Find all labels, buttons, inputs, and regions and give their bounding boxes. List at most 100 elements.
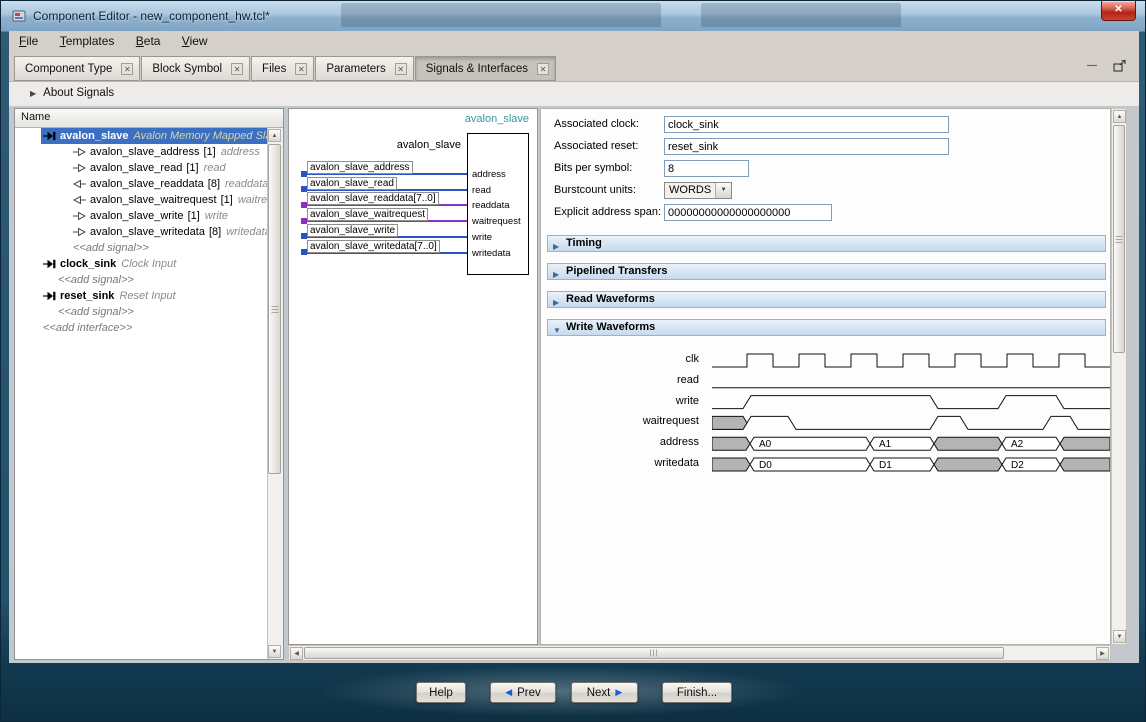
diagram-port-name: writedata xyxy=(472,248,511,259)
expander-arrow-icon[interactable]: ▶ xyxy=(30,89,36,98)
section-label: Write Waveforms xyxy=(566,321,655,333)
properties-scrollbar[interactable]: ▲ ▼ xyxy=(1111,108,1127,645)
tree-item-avalon-slave-readdata[interactable]: avalon_slave_readdata[8]readdata xyxy=(15,176,268,192)
tab-close-icon[interactable]: ✕ xyxy=(395,63,407,75)
app-icon xyxy=(11,8,27,24)
scroll-down-button[interactable]: ▼ xyxy=(1113,630,1126,643)
collapse-arrow-icon: ▼ xyxy=(553,323,561,338)
tree-item-label: <<add interface>> xyxy=(43,322,132,334)
horizontal-scrollbar[interactable]: ◀ ▶ xyxy=(288,645,1111,661)
section-header-write-waveforms[interactable]: ▼ Write Waveforms xyxy=(547,319,1106,336)
tab-parameters[interactable]: Parameters ✕ xyxy=(315,56,413,81)
tree-item-label: avalon_slave_readdata xyxy=(90,178,204,190)
tab-label: Files xyxy=(262,63,286,75)
button-help[interactable]: Help xyxy=(416,682,466,703)
tab-close-icon[interactable]: ✕ xyxy=(121,63,133,75)
waveform-signal-name: writedata xyxy=(541,457,699,469)
scrollbar-thumb[interactable] xyxy=(268,144,281,474)
tree-item-add-signal[interactable]: <<add signal>> xyxy=(15,304,268,320)
signal-width-badge: [1] xyxy=(203,146,215,158)
tree-item-label: avalon_slave_address xyxy=(90,146,199,158)
signal-in-icon xyxy=(73,163,87,173)
tree-item-avalon-slave-waitrequest[interactable]: avalon_slave_waitrequest[1]waitrequest xyxy=(15,192,268,208)
tree-item-avalon-slave-read[interactable]: avalon_slave_read[1]read xyxy=(15,160,268,176)
menu-templates[interactable]: Templates xyxy=(52,31,123,51)
tree-item-avalon-slave[interactable]: avalon_slaveAvalon Memory Mapped Slave xyxy=(15,128,268,144)
field-label-associated-reset: Associated reset: xyxy=(554,138,662,155)
menu-beta[interactable]: Beta xyxy=(128,31,169,51)
scroll-up-button[interactable]: ▲ xyxy=(268,129,281,142)
tab-files[interactable]: Files ✕ xyxy=(251,56,314,81)
signal-in-icon xyxy=(73,227,87,237)
signal-width-badge: [8] xyxy=(208,178,220,190)
tabs: Component Type ✕ Block Symbol ✕ Files ✕ … xyxy=(14,56,557,81)
scrollbar-thumb[interactable] xyxy=(304,647,1004,659)
tree-scrollbar[interactable]: ▲ ▼ xyxy=(267,128,283,659)
scroll-down-button[interactable]: ▼ xyxy=(268,645,281,658)
diagram-port-name: readdata xyxy=(472,200,510,211)
minimize-pane-icon[interactable]: — xyxy=(1084,60,1100,74)
tree-column-header[interactable]: Name xyxy=(15,109,283,128)
tab-block-symbol[interactable]: Block Symbol ✕ xyxy=(141,56,250,81)
section-header-pipelined-transfers[interactable]: ▶Pipelined Transfers xyxy=(547,263,1106,280)
field-label-bits-per-symbol: Bits per symbol: xyxy=(554,160,662,177)
diagram-port-name: waitrequest xyxy=(472,216,521,227)
field-select-burstcount-units[interactable]: WORDS▼ xyxy=(664,182,732,199)
section-header-read-waveforms[interactable]: ▶Read Waveforms xyxy=(547,291,1106,308)
scrollbar-thumb[interactable] xyxy=(1113,125,1125,353)
tree-item-add-interface[interactable]: <<add interface>> xyxy=(15,320,268,336)
tree-item-reset-sink[interactable]: reset_sinkReset Input xyxy=(15,288,268,304)
tree-item-avalon-slave-write[interactable]: avalon_slave_write[1]write xyxy=(15,208,268,224)
component-editor-window: Component Editor - new_component_hw.tcl*… xyxy=(0,0,1146,722)
tab-component-type[interactable]: Component Type ✕ xyxy=(14,56,140,81)
signal-role-label: waitrequest xyxy=(238,194,268,206)
tree-item-label: <<add signal>> xyxy=(73,242,149,254)
tab-close-icon[interactable]: ✕ xyxy=(295,63,307,75)
diagram-signal-label: avalon_slave_writedata[7..0] xyxy=(307,240,440,253)
tree-item-label: avalon_slave_writedata xyxy=(90,226,205,238)
section-header-timing[interactable]: ▶Timing xyxy=(547,235,1106,252)
tree-item-avalon-slave-address[interactable]: avalon_slave_address[1]address xyxy=(15,144,268,160)
signal-width-badge: [8] xyxy=(209,226,221,238)
tree-item-add-signal[interactable]: <<add signal>> xyxy=(15,240,268,256)
titlebar[interactable]: Component Editor - new_component_hw.tcl*… xyxy=(1,1,1145,32)
waveform-signal-name: address xyxy=(541,436,699,448)
diagram-signal-label: avalon_slave_waitrequest xyxy=(307,208,428,221)
tab-signals-interfaces[interactable]: Signals & Interfaces ✕ xyxy=(415,56,556,81)
dropdown-arrow-icon[interactable]: ▼ xyxy=(715,183,731,198)
prev-arrow-icon: ◀ xyxy=(505,687,512,698)
tab-close-icon[interactable]: ✕ xyxy=(537,63,549,75)
tree-item-clock-sink[interactable]: clock_sinkClock Input xyxy=(15,256,268,272)
tree-item-label: avalon_slave_read xyxy=(90,162,182,174)
diagram-port-name: read xyxy=(472,185,491,196)
field-input-bits-per-symbol[interactable] xyxy=(664,160,749,177)
scroll-up-button[interactable]: ▲ xyxy=(1113,110,1126,123)
thumb-grip xyxy=(1116,235,1123,243)
close-button[interactable]: ✕ xyxy=(1101,1,1136,21)
field-input-explicit-address-span[interactable] xyxy=(664,204,832,221)
expand-arrow-icon: ▶ xyxy=(553,267,559,282)
tree-item-add-signal[interactable]: <<add signal>> xyxy=(15,272,268,288)
button-finish[interactable]: Finish... xyxy=(662,682,732,703)
expand-arrow-icon: ▶ xyxy=(553,295,559,310)
tree-item-avalon-slave-writedata[interactable]: avalon_slave_writedata[8]writedata xyxy=(15,224,268,240)
menu-file[interactable]: File xyxy=(11,31,46,51)
tree-item-label: avalon_slave_waitrequest xyxy=(90,194,217,206)
menu-view[interactable]: View xyxy=(174,31,216,51)
float-pane-icon[interactable] xyxy=(1111,60,1127,74)
field-label-explicit-address-span: Explicit address span: xyxy=(554,204,662,221)
scroll-left-button[interactable]: ◀ xyxy=(290,647,303,660)
field-input-associated-reset[interactable] xyxy=(664,138,949,155)
next-arrow-icon: ▶ xyxy=(615,687,622,698)
menu-bar: File Templates Beta View xyxy=(9,31,1139,53)
field-label-associated-clock: Associated clock: xyxy=(554,116,662,133)
diagram-signal-label: avalon_slave_address xyxy=(307,161,413,174)
button-label: Prev xyxy=(517,687,541,699)
signals-tree-panel: Name avalon_slaveAvalon Memory Mapped Sl… xyxy=(14,108,284,660)
tab-close-icon[interactable]: ✕ xyxy=(231,63,243,75)
button-next[interactable]: Next▶ xyxy=(571,682,638,703)
field-input-associated-clock[interactable] xyxy=(664,116,949,133)
button-prev[interactable]: ◀ Prev xyxy=(490,682,556,703)
about-signals-link[interactable]: About Signals xyxy=(43,87,114,99)
scroll-right-button[interactable]: ▶ xyxy=(1096,647,1109,660)
